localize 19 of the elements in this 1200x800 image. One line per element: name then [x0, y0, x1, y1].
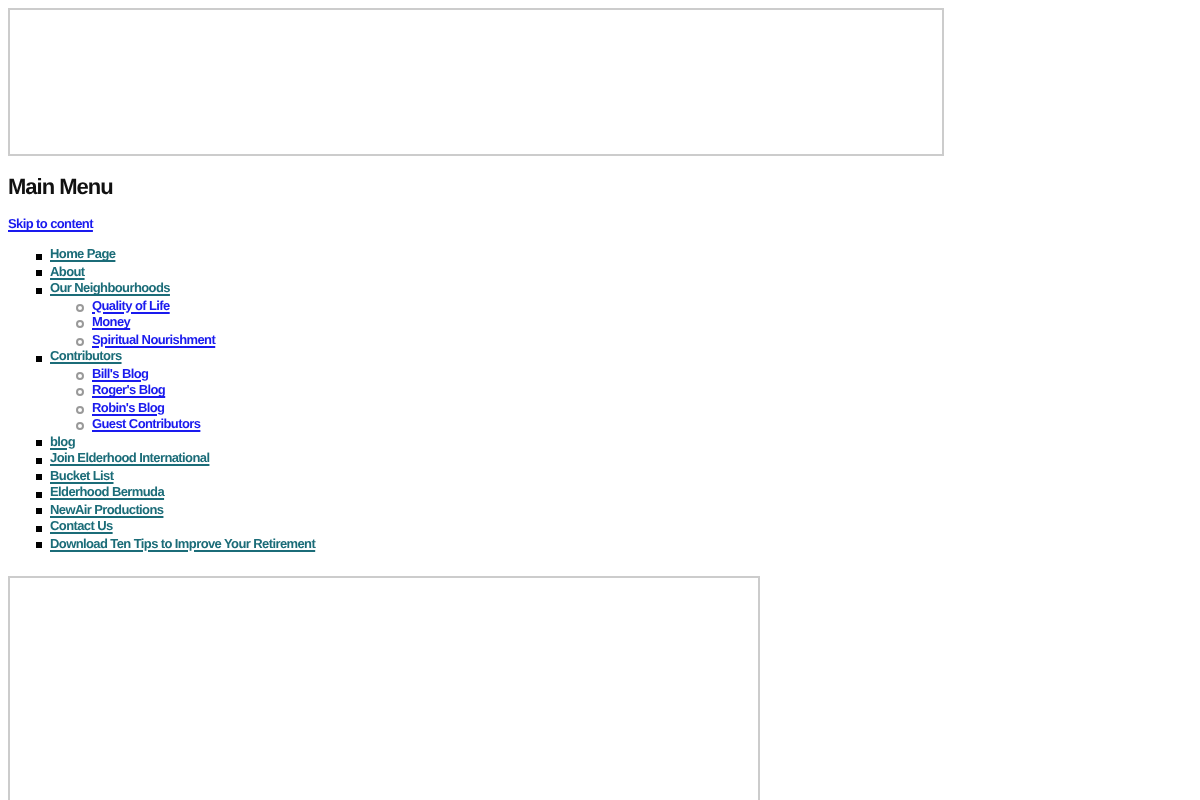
bullet-icon [36, 542, 42, 549]
bullet-icon [36, 457, 42, 464]
menu-heading: Main Menu [8, 176, 115, 200]
bullet-icon [36, 508, 42, 515]
bullet-icon [76, 320, 84, 329]
bullet-icon [36, 474, 42, 481]
bullet-icon [36, 355, 42, 362]
bullet-icon [76, 337, 84, 346]
bullet-icon [36, 270, 42, 277]
bullet-icon [76, 371, 84, 380]
bullet-icon [36, 491, 42, 498]
bullet-icon [76, 388, 84, 397]
bullet-icon [76, 422, 84, 431]
bullet-icon [76, 405, 84, 414]
bullet-icon [76, 303, 84, 312]
bullet-icon [36, 287, 42, 294]
bullet-icon [36, 253, 42, 260]
bullet-icon [36, 525, 42, 532]
bullet-icon [36, 440, 42, 447]
